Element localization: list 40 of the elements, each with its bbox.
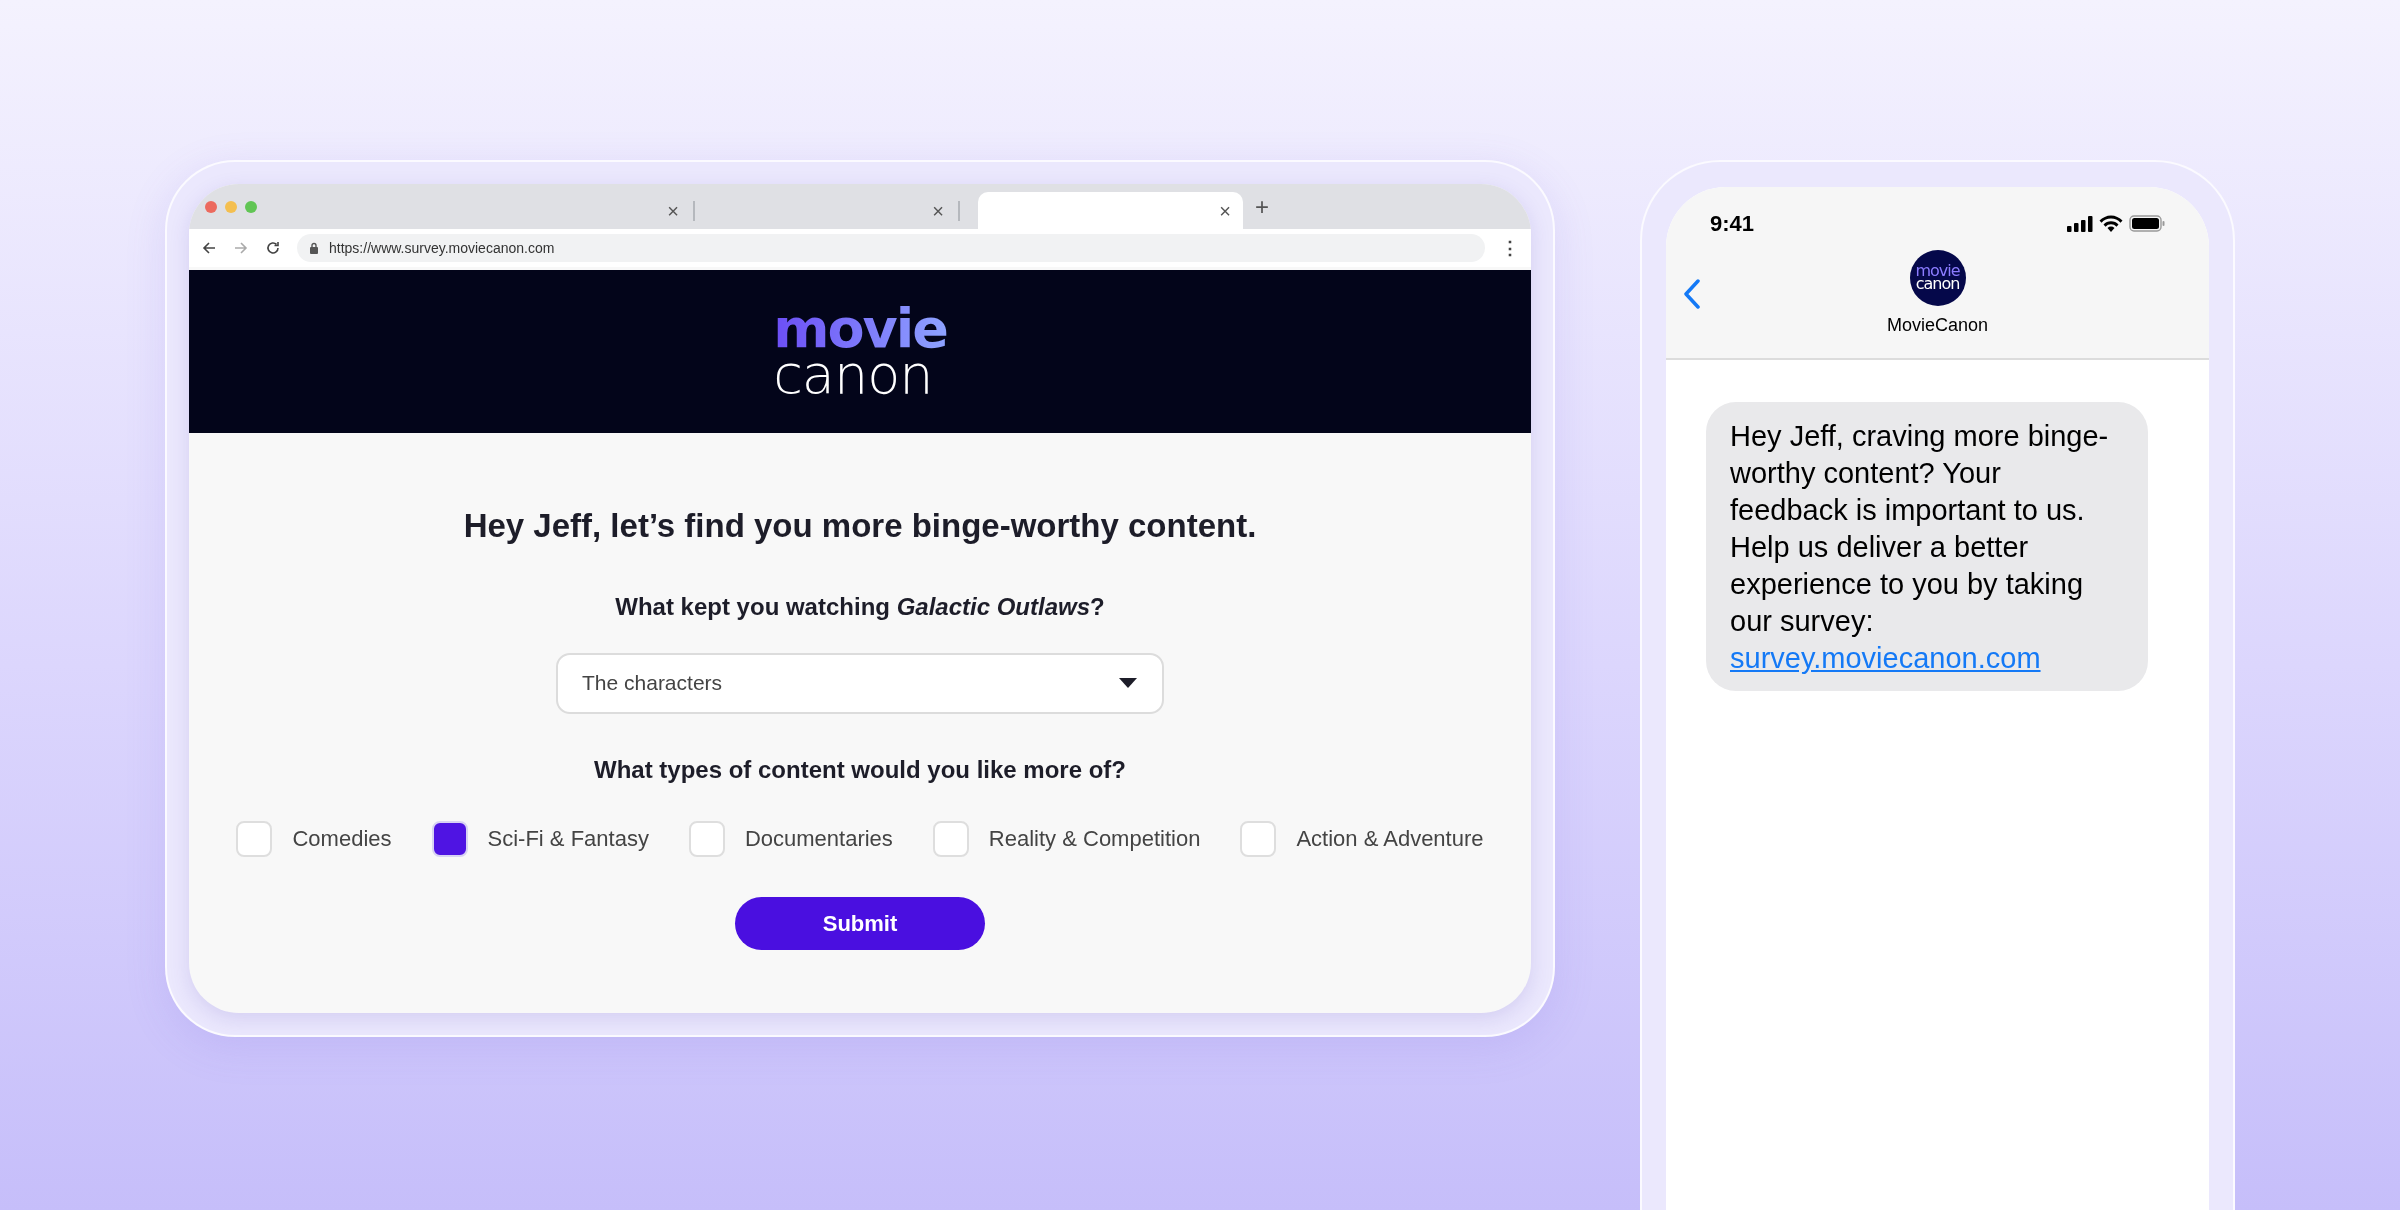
contact-avatar: movie canon (1909, 250, 1966, 306)
wifi-icon (2099, 215, 2123, 232)
message-text: Hey Jeff, craving more binge-worthy content? Your feedback is important to us. Help us deliver a better experience to you by taking our survey: survey.moviecanon.com (1730, 419, 2110, 676)
tab-close-button[interactable]: × (932, 200, 944, 221)
caret-icon (1118, 677, 1138, 689)
browser-tab[interactable]: × (317, 192, 707, 229)
minimize-window-icon[interactable] (225, 200, 237, 213)
option-label: Sci-Fi & Fantasy (487, 825, 649, 853)
dropdown[interactable]: The characters (556, 652, 1164, 714)
question-text: What types of content would you like more of? (594, 754, 1126, 785)
browser-tab[interactable]: × (707, 192, 972, 229)
headline: Hey Jeff, let’s find you more binge-worthy content. (463, 506, 1257, 546)
tab-close-button[interactable]: × (1219, 200, 1231, 221)
close-window-icon[interactable] (205, 200, 217, 213)
checkbox[interactable] (236, 820, 273, 857)
option-label: Comedies (292, 825, 392, 853)
back-icon[interactable] (201, 240, 217, 256)
address-bar[interactable]: https://www.survey.moviecanon.com (297, 234, 1485, 262)
question-text: What kept you watching Galactic Outlaws? (615, 591, 1105, 622)
option-label: Documentaries (744, 825, 893, 853)
status-time: 9:41 (1710, 210, 1755, 238)
browser-menu-button[interactable]: ⋮ (1501, 239, 1519, 257)
tab-close-button[interactable]: × (667, 200, 679, 221)
checkbox[interactable] (688, 820, 725, 857)
option-label: Reality & Competition (988, 825, 1201, 853)
new-tab-button[interactable]: + (1255, 194, 1269, 219)
browser-tab[interactable]: × (978, 192, 1243, 229)
checkbox[interactable] (1240, 820, 1277, 857)
forward-icon[interactable] (233, 240, 249, 256)
maximize-window-icon[interactable] (245, 200, 257, 213)
checkbox[interactable] (431, 820, 468, 857)
submit-button[interactable]: Submit (735, 896, 985, 950)
option-label: Action & Adventure (1296, 825, 1484, 853)
checkbox[interactable] (932, 820, 969, 857)
reload-icon[interactable] (265, 240, 281, 256)
lock-icon (309, 242, 319, 254)
signal-icon (2067, 215, 2093, 232)
contact-name: MovieCanon (1886, 314, 1989, 337)
url-text: https://www.survey.moviecanon.com (329, 238, 555, 258)
battery-icon (2129, 215, 2165, 232)
